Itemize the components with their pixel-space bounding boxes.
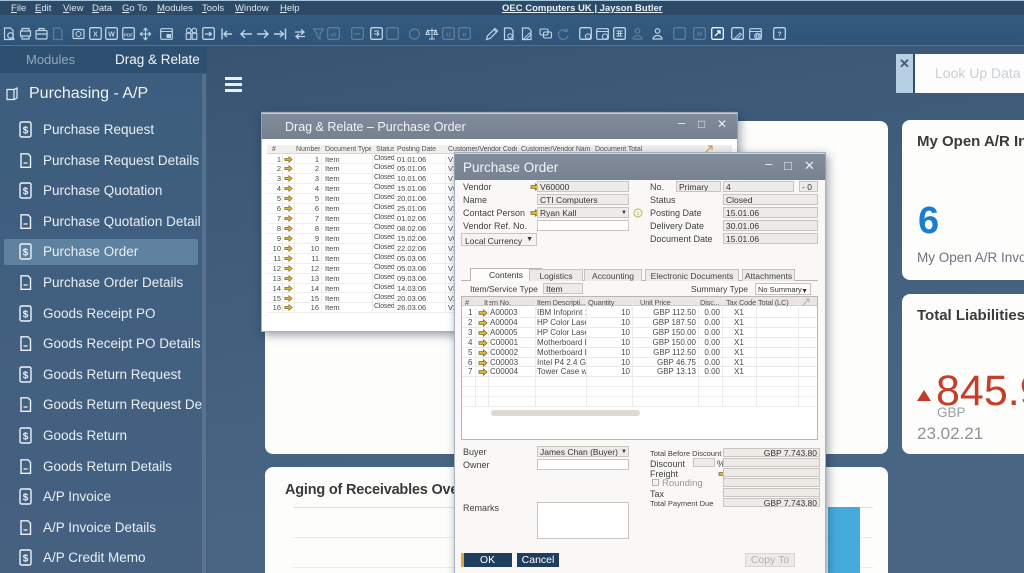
svg-text:PDF: PDF	[124, 33, 133, 38]
svg-text:$: $	[23, 248, 29, 259]
svg-text:$: $	[23, 432, 29, 443]
svg-text:i: i	[588, 34, 589, 39]
svg-text:X: X	[93, 32, 98, 39]
svg-text:ab: ab	[331, 33, 337, 39]
svg-text:?: ?	[777, 32, 781, 39]
svg-text:31: 31	[446, 33, 452, 39]
svg-text:$: $	[23, 126, 29, 137]
svg-text:$: $	[23, 493, 29, 504]
svg-text:H: H	[697, 32, 702, 39]
svg-text:i: i	[637, 212, 638, 218]
svg-text:n: n	[463, 33, 467, 39]
svg-text:W: W	[108, 32, 115, 39]
svg-text:$: $	[23, 370, 29, 381]
svg-text:$: $	[23, 309, 29, 320]
svg-text:$: $	[23, 554, 29, 565]
svg-text:$: $	[23, 187, 29, 198]
